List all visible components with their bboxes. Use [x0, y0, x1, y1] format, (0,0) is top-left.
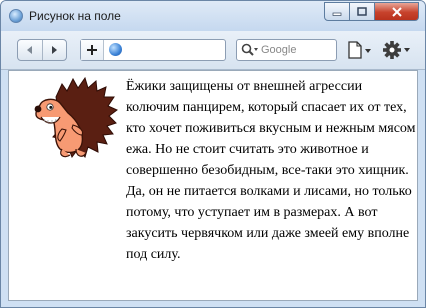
tools-menu-button[interactable]: [382, 40, 412, 64]
search-input[interactable]: [261, 42, 333, 58]
close-button[interactable]: [375, 2, 419, 21]
page-icon: [348, 41, 371, 59]
back-icon: [26, 46, 32, 54]
forward-icon: [52, 46, 58, 54]
minimize-icon: [332, 12, 342, 16]
gear-icon: [383, 41, 410, 59]
page-content: Ёжики защищены от внешней агрессии колюч…: [8, 70, 418, 301]
globe-icon: [109, 43, 122, 56]
title-bar[interactable]: Рисунок на поле: [1, 1, 425, 31]
browser-icon: [9, 9, 23, 23]
plus-icon: [87, 45, 97, 55]
page-menu-button[interactable]: [347, 41, 373, 63]
navigation-buttons: [17, 39, 67, 61]
add-bookmark-button[interactable]: [81, 40, 104, 60]
close-icon: [391, 6, 402, 17]
window-bottom-border: [1, 301, 425, 307]
search-icon[interactable]: [241, 43, 259, 57]
search-box: [236, 39, 337, 61]
forward-button[interactable]: [41, 40, 67, 60]
hedgehog-image: [34, 76, 118, 159]
address-bar: [80, 39, 226, 61]
toolbar: [1, 31, 425, 70]
minimize-button[interactable]: [324, 2, 350, 21]
window-controls: [324, 2, 419, 21]
maximize-button[interactable]: [350, 2, 375, 21]
back-button[interactable]: [18, 40, 42, 60]
browser-window: Рисунок на поле Google Ёжики защищены от…: [0, 0, 426, 308]
window-title: Рисунок на поле: [29, 9, 121, 23]
article-text: Ёжики защищены от внешней агрессии колюч…: [126, 79, 416, 262]
maximize-icon: [357, 6, 367, 16]
address-input[interactable]: [127, 42, 222, 58]
